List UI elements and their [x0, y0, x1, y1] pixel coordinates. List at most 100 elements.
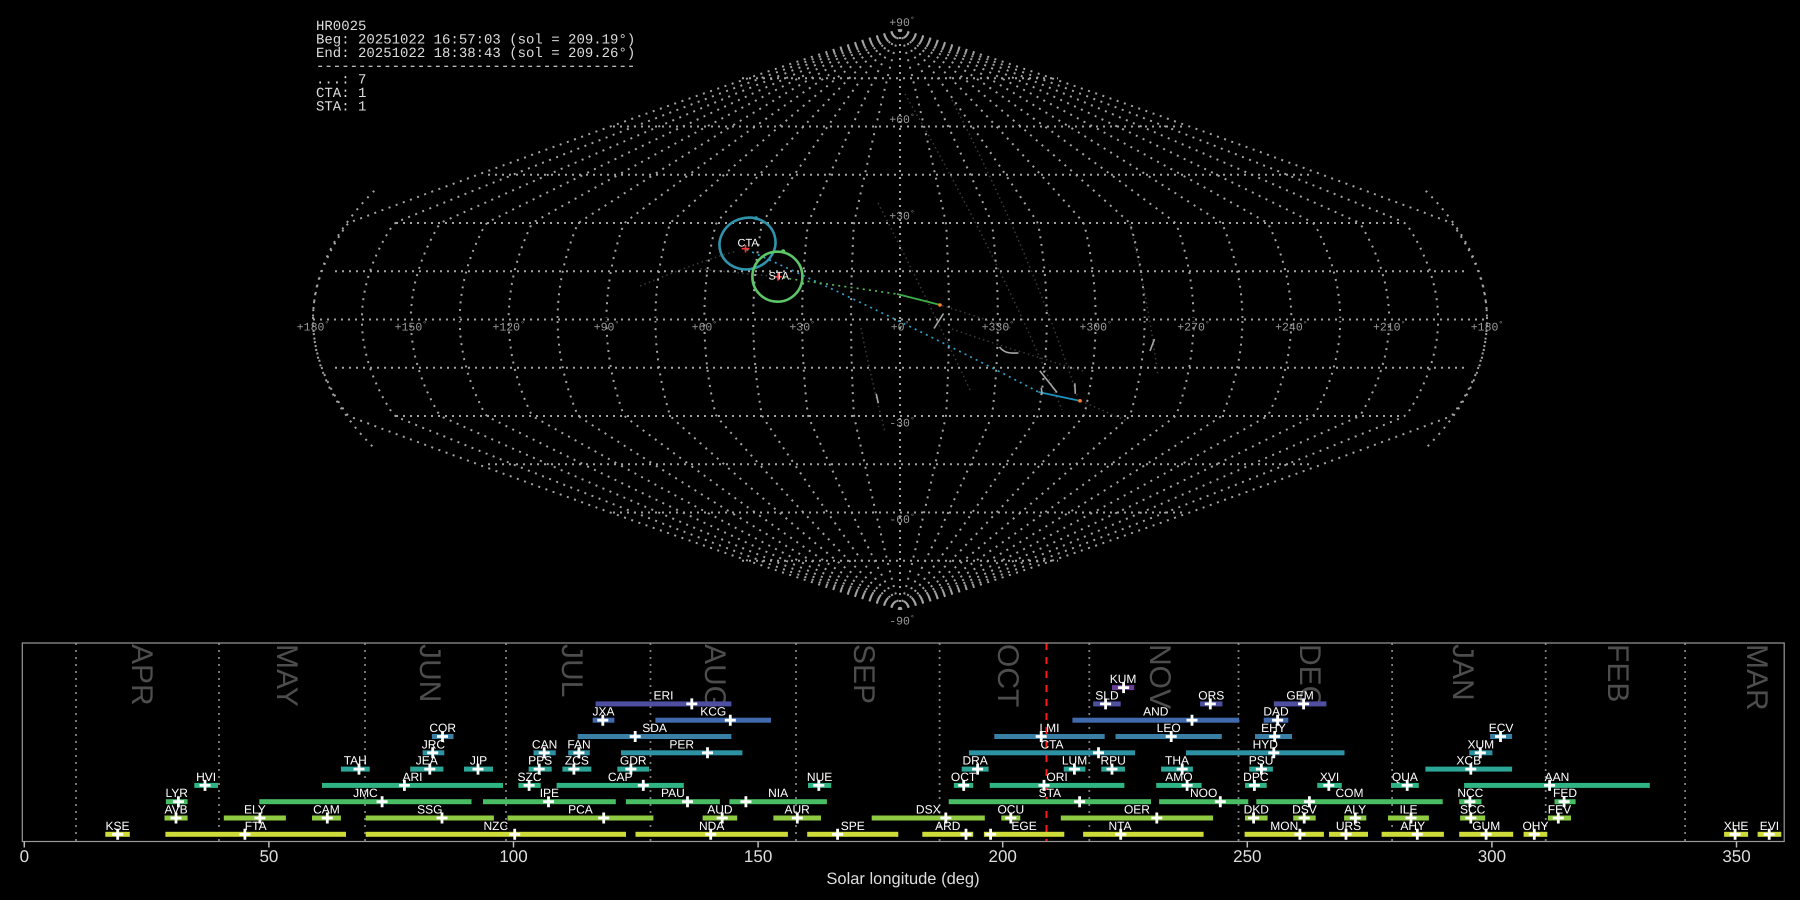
- svg-text:LMI: LMI: [1039, 721, 1059, 735]
- svg-text:DSX: DSX: [916, 803, 941, 817]
- svg-text:NOV: NOV: [1143, 644, 1176, 709]
- svg-text:JEA: JEA: [416, 754, 438, 768]
- svg-text:CTA: CTA: [738, 238, 760, 250]
- svg-text:NUE: NUE: [807, 770, 832, 784]
- svg-text:URS: URS: [1336, 819, 1361, 833]
- svg-text:GDR: GDR: [620, 754, 647, 768]
- svg-text:AHY: AHY: [1400, 819, 1425, 833]
- svg-text:NDA: NDA: [699, 819, 724, 833]
- svg-text:ERI: ERI: [653, 688, 673, 702]
- svg-text:Solar longitude (deg): Solar longitude (deg): [826, 870, 979, 888]
- svg-text:LEO: LEO: [1157, 721, 1181, 735]
- svg-text:PCA: PCA: [568, 803, 593, 817]
- svg-text:HVI: HVI: [196, 770, 216, 784]
- svg-text:LYR: LYR: [166, 786, 189, 800]
- svg-text:AND: AND: [1143, 705, 1169, 719]
- svg-text:+120°: +120°: [492, 320, 524, 334]
- svg-text:CAM: CAM: [313, 803, 340, 817]
- svg-text:JRC: JRC: [422, 737, 446, 751]
- svg-text:+180°: +180°: [297, 320, 329, 334]
- svg-text:IPE: IPE: [540, 786, 559, 800]
- svg-text:XVI: XVI: [1320, 770, 1339, 784]
- svg-text:APR: APR: [125, 644, 158, 706]
- svg-text:CAP: CAP: [608, 770, 633, 784]
- svg-text:COR: COR: [429, 721, 456, 735]
- svg-text:+180°: +180°: [1471, 320, 1503, 334]
- svg-text:JMC: JMC: [353, 786, 378, 800]
- svg-text:+210°: +210°: [1373, 320, 1405, 334]
- svg-text:SLD: SLD: [1095, 688, 1119, 702]
- svg-text:THA: THA: [1165, 754, 1189, 768]
- svg-text:RPU: RPU: [1100, 754, 1125, 768]
- svg-text:GEM: GEM: [1286, 688, 1313, 702]
- svg-text:KUM: KUM: [1110, 672, 1137, 686]
- svg-text:DSV: DSV: [1292, 803, 1317, 817]
- svg-text:COM: COM: [1336, 786, 1364, 800]
- svg-text:AUR: AUR: [785, 803, 811, 817]
- svg-text:150: 150: [744, 847, 772, 866]
- svg-text:300: 300: [1478, 847, 1506, 866]
- svg-text:AUD: AUD: [707, 803, 733, 817]
- svg-text:+270°: +270°: [1177, 320, 1209, 334]
- svg-text:MAR: MAR: [1740, 644, 1773, 711]
- svg-text:JXA: JXA: [593, 705, 615, 719]
- svg-text:SPE: SPE: [841, 819, 865, 833]
- svg-text:DKD: DKD: [1244, 803, 1270, 817]
- svg-text:ZCS: ZCS: [565, 754, 589, 768]
- svg-text:+150°: +150°: [395, 320, 427, 334]
- svg-text:OCT: OCT: [991, 644, 1024, 707]
- svg-text:NCC: NCC: [1457, 786, 1483, 800]
- svg-text:LUM: LUM: [1062, 754, 1087, 768]
- svg-text:AVB: AVB: [164, 803, 187, 817]
- svg-text:OER: OER: [1124, 803, 1150, 817]
- svg-text:KSE: KSE: [106, 819, 130, 833]
- svg-text:CTA: CTA: [1040, 737, 1063, 751]
- svg-text:OCU: OCU: [997, 803, 1024, 817]
- svg-text:NIA: NIA: [768, 786, 788, 800]
- svg-text:SCC: SCC: [1460, 803, 1486, 817]
- svg-text:ILE: ILE: [1399, 803, 1417, 817]
- svg-text:PPS: PPS: [528, 754, 552, 768]
- svg-text:KCG: KCG: [700, 705, 726, 719]
- svg-text:STA: STA: [1039, 786, 1061, 800]
- svg-text:AAN: AAN: [1545, 770, 1570, 784]
- svg-text:SDA: SDA: [642, 721, 667, 735]
- svg-text:TAH: TAH: [344, 754, 367, 768]
- svg-text:ARD: ARD: [935, 819, 961, 833]
- svg-text:JUN: JUN: [413, 644, 446, 702]
- svg-text:250: 250: [1233, 847, 1261, 866]
- svg-text:ORS: ORS: [1198, 688, 1224, 702]
- svg-text:OHY: OHY: [1522, 819, 1548, 833]
- svg-text:ALY: ALY: [1344, 803, 1366, 817]
- svg-text:200: 200: [989, 847, 1017, 866]
- svg-text:JAN: JAN: [1446, 644, 1479, 701]
- svg-text:XUM: XUM: [1468, 737, 1495, 751]
- svg-text:100: 100: [499, 847, 527, 866]
- svg-text:QUA: QUA: [1392, 770, 1418, 784]
- svg-text:ARI: ARI: [402, 770, 422, 784]
- svg-text:FTA: FTA: [245, 819, 267, 833]
- svg-text:HYD: HYD: [1253, 737, 1279, 751]
- svg-text:FEV: FEV: [1548, 803, 1571, 817]
- svg-text:SEP: SEP: [847, 644, 880, 704]
- svg-text:OCT: OCT: [951, 770, 977, 784]
- svg-text:GUM: GUM: [1472, 819, 1500, 833]
- svg-text:NZC: NZC: [484, 819, 509, 833]
- svg-text:SZC: SZC: [518, 770, 542, 784]
- svg-text:SSG: SSG: [417, 803, 442, 817]
- svg-text:FED: FED: [1553, 786, 1577, 800]
- svg-text:DRA: DRA: [962, 754, 987, 768]
- svg-text:350: 350: [1722, 847, 1750, 866]
- svg-text:0: 0: [20, 847, 29, 866]
- svg-text:MON: MON: [1270, 819, 1298, 833]
- svg-text:AUG: AUG: [698, 644, 731, 709]
- svg-text:EHY: EHY: [1261, 721, 1286, 735]
- svg-text:XHE: XHE: [1724, 819, 1749, 833]
- svg-text:+240°: +240°: [1275, 320, 1307, 334]
- svg-text:CAN: CAN: [532, 737, 557, 751]
- svg-text:DAD: DAD: [1263, 705, 1289, 719]
- svg-text:PER: PER: [669, 737, 694, 751]
- svg-text:AMO: AMO: [1165, 770, 1192, 784]
- svg-text:STA: STA: [769, 270, 790, 282]
- svg-text:PAU: PAU: [661, 786, 685, 800]
